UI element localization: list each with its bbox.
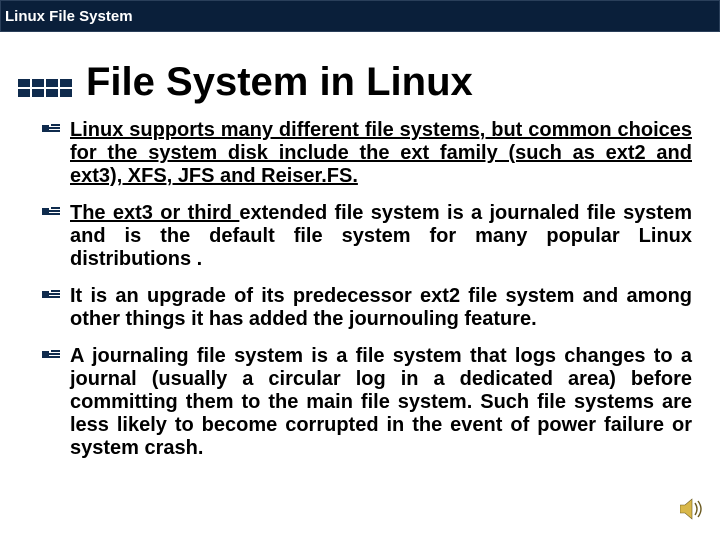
bullet-icon bbox=[42, 289, 60, 304]
bullet-icon bbox=[42, 349, 60, 364]
slide-title: File System in Linux bbox=[86, 60, 473, 105]
topbar-label: Linux File System bbox=[5, 8, 133, 25]
slide: Linux File System File System in Linux L… bbox=[0, 0, 720, 540]
bullet-icon bbox=[42, 206, 60, 221]
list-item: The ext3 or third extended file system i… bbox=[42, 202, 692, 271]
list-item: A journaling file system is a file syste… bbox=[42, 345, 692, 460]
para-4: A journaling file system is a file syste… bbox=[70, 345, 692, 460]
topbar: Linux File System bbox=[0, 0, 720, 32]
title-row: File System in Linux bbox=[0, 60, 720, 105]
para-2: The ext3 or third extended file system i… bbox=[70, 202, 692, 271]
bullet-icon bbox=[42, 123, 60, 138]
list-item: It is an upgrade of its predecessor ext2… bbox=[42, 285, 692, 331]
content: Linux supports many different file syste… bbox=[42, 119, 692, 460]
para-3: It is an upgrade of its predecessor ext2… bbox=[70, 285, 692, 331]
list-item: Linux supports many different file syste… bbox=[42, 119, 692, 188]
title-decor-icon bbox=[18, 79, 72, 97]
para-1: Linux supports many different file syste… bbox=[70, 119, 692, 188]
sound-icon[interactable] bbox=[680, 498, 706, 520]
